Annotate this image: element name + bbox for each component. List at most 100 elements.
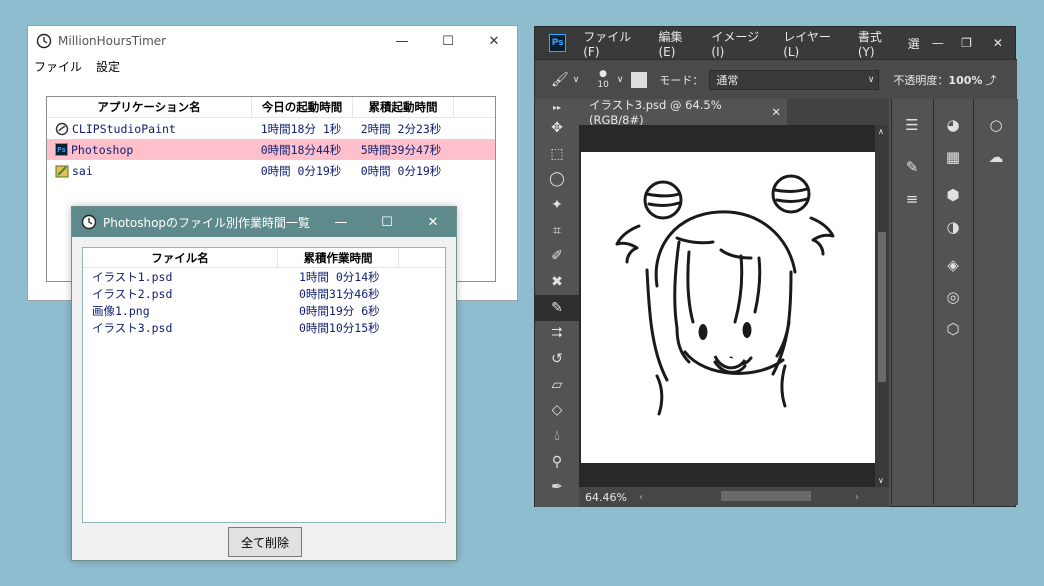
total-time: 2時間 2分23秒 <box>360 121 442 136</box>
mode-value: 通常 <box>716 74 739 87</box>
chevron-left-icon[interactable]: ‹ <box>639 492 643 503</box>
delete-all-button[interactable]: 全て削除 <box>228 527 302 557</box>
creative-cloud-icon[interactable]: ☁ <box>974 141 1018 173</box>
file-row[interactable]: イラスト3.psd 0時間10分15秒 <box>83 319 445 336</box>
col-today[interactable]: 今日の起動時間 <box>252 97 353 117</box>
app-row-sai[interactable]: sai 0時間 0分19秒 0時間 0分19秒 <box>47 160 495 181</box>
ps-close-button[interactable]: ✕ <box>981 36 1015 50</box>
pen-tool-icon[interactable]: ✒ <box>535 475 579 501</box>
app-name: Photoshop <box>71 142 134 157</box>
close-button[interactable]: ✕ <box>471 26 517 56</box>
horizontal-scroll-thumb[interactable] <box>721 491 811 501</box>
blur-tool-icon[interactable]: 💧︎ <box>535 423 579 449</box>
col-work-time[interactable]: 累積作業時間 <box>278 248 399 267</box>
file-name: イラスト3.psd <box>92 320 173 335</box>
file-row[interactable]: イラスト1.psd 1時間 0分14秒 <box>83 268 445 285</box>
brush-tool-icon[interactable]: 🖌︎ <box>551 72 569 88</box>
channels-icon[interactable]: ◎ <box>934 281 972 313</box>
lasso-tool-icon[interactable]: ◯ <box>535 166 579 192</box>
ps-menu-file[interactable]: ファイル(F) <box>576 28 651 59</box>
clock-icon <box>81 214 97 230</box>
brush-tool-icon[interactable]: ✎ <box>535 294 579 321</box>
ps-menu-image[interactable]: イメージ(I) <box>704 28 776 59</box>
minimize-button[interactable]: — <box>318 207 364 237</box>
ps-options-bar: 🖌︎ ∨ ● 10 ∨ モード： 通常 ∨ 不透明度： 100% ⤴ <box>535 59 1017 100</box>
tab-close-icon[interactable]: ✕ <box>771 105 781 119</box>
magic-wand-tool-icon[interactable]: ✦ <box>535 192 579 218</box>
eyedropper-tool-icon[interactable]: ✐ <box>535 243 579 269</box>
zoom-level[interactable]: 64.46% <box>585 491 627 504</box>
adjustments-icon[interactable]: ◑ <box>934 211 972 243</box>
work-time: 1時間 0分14秒 <box>299 269 380 284</box>
paint-bucket-tool-icon[interactable]: ◇ <box>535 398 579 424</box>
swatches-grid-icon[interactable]: ▦ <box>934 141 972 173</box>
marquee-tool-icon[interactable]: ⬚ <box>535 141 579 167</box>
chevron-down-icon[interactable]: ∨ <box>573 75 580 85</box>
mode-select[interactable]: 通常 ∨ <box>709 70 880 90</box>
brush-preset-picker[interactable]: ● 10 <box>597 69 608 91</box>
maximize-button[interactable]: ☐ <box>425 26 471 56</box>
work-time: 0時間19分 6秒 <box>299 303 380 318</box>
move-tool-icon[interactable]: ✥ <box>535 115 579 141</box>
brush-settings-panel-icon[interactable]: ✎ <box>892 151 932 183</box>
col-total[interactable]: 累積起動時間 <box>353 97 454 117</box>
clipstudio-icon <box>55 122 69 136</box>
pressure-opacity-icon[interactable]: ⤴ <box>985 72 996 88</box>
opacity-value[interactable]: 100% <box>948 74 982 87</box>
opacity-label: 不透明度： <box>893 74 949 87</box>
paths-icon[interactable]: ⬡ <box>934 313 972 345</box>
clock-icon <box>36 33 52 49</box>
file-name: 画像1.png <box>92 303 150 318</box>
drawing-canvas[interactable] <box>581 152 875 463</box>
panel-dock-3: ○ ☁ <box>973 99 1018 505</box>
main-titlebar[interactable]: MillionHoursTimer — ☐ ✕ <box>28 26 517 56</box>
menu-settings[interactable]: 設定 <box>96 58 120 75</box>
layers-icon[interactable]: ◈ <box>934 249 972 281</box>
menu-file[interactable]: ファイル <box>34 58 82 75</box>
col-app-name[interactable]: アプリケーション名 <box>47 97 252 117</box>
ps-menu-edit[interactable]: 編集(E) <box>651 28 704 59</box>
col-file-name[interactable]: ファイル名 <box>83 248 278 267</box>
eraser-tool-icon[interactable]: ▱ <box>535 372 579 398</box>
ps-menu-layer[interactable]: レイヤー(L) <box>776 28 851 59</box>
color-palette-icon[interactable]: ◕ <box>934 109 972 141</box>
ps-menu-type[interactable]: 書式(Y) <box>851 28 904 59</box>
file-row[interactable]: イラスト2.psd 0時間31分46秒 <box>83 285 445 302</box>
app-name: sai <box>72 163 93 178</box>
file-window-title: Photoshopのファイル別作業時間一覧 <box>103 215 311 230</box>
panel-dock-2: ◕ ▦ ⬢ ◑ ◈ ◎ ⬡ <box>933 99 972 505</box>
history-panel-icon[interactable]: ☰ <box>892 109 932 141</box>
ps-menu-select[interactable]: 選 <box>904 35 924 52</box>
healing-brush-tool-icon[interactable]: ✖ <box>535 269 579 295</box>
lightbulb-icon[interactable]: ○ <box>974 109 1018 141</box>
chevron-down-icon[interactable]: ∨ <box>617 75 624 85</box>
collapse-icon[interactable]: ▸▸ <box>535 99 579 115</box>
history-brush-tool-icon[interactable]: ↺ <box>535 346 579 372</box>
file-window-titlebar[interactable]: Photoshopのファイル別作業時間一覧 — ☐ ✕ <box>72 207 456 237</box>
crop-tool-icon[interactable]: ⌗ <box>535 218 579 244</box>
chevron-up-icon[interactable]: ∧ <box>878 127 884 136</box>
close-button[interactable]: ✕ <box>410 207 456 237</box>
dodge-tool-icon[interactable]: ⚲ <box>535 449 579 475</box>
app-list-header: アプリケーション名 今日の起動時間 累積起動時間 <box>47 97 495 118</box>
file-row[interactable]: 画像1.png 0時間19分 6秒 <box>83 302 445 319</box>
chevron-down-icon: ∨ <box>867 75 875 85</box>
libraries-cube-icon[interactable]: ⬢ <box>934 179 972 211</box>
chevron-right-icon[interactable]: › <box>855 492 859 503</box>
minimize-button[interactable]: — <box>379 26 425 56</box>
clone-stamp-tool-icon[interactable]: ⮆ <box>535 321 579 347</box>
maximize-button[interactable]: ☐ <box>364 207 410 237</box>
ps-restore-button[interactable]: ❐ <box>952 36 981 50</box>
chevron-down-icon[interactable]: ∨ <box>878 476 884 485</box>
today-time: 1時間18分 1秒 <box>260 121 342 136</box>
brush-panel-toggle-icon[interactable] <box>631 72 648 88</box>
brush-presets-panel-icon[interactable]: ≡ <box>892 183 932 215</box>
file-list[interactable]: ファイル名 累積作業時間 イラスト1.psd 1時間 0分14秒 イラスト2.p… <box>82 247 446 523</box>
document-tabbar: イラスト3.psd @ 64.5% (RGB/8#) ✕ <box>579 98 889 127</box>
app-row-clipstudio[interactable]: CLIPStudioPaint 1時間18分 1秒 2時間 2分23秒 <box>47 118 495 139</box>
vertical-scroll-thumb[interactable] <box>878 232 886 382</box>
file-name: イラスト2.psd <box>92 286 173 301</box>
ps-minimize-button[interactable]: — <box>924 36 953 50</box>
app-row-photoshop[interactable]: Ps Photoshop 0時間18分44秒 5時間39分47秒 <box>47 139 495 160</box>
document-tab[interactable]: イラスト3.psd @ 64.5% (RGB/8#) ✕ <box>579 98 787 127</box>
